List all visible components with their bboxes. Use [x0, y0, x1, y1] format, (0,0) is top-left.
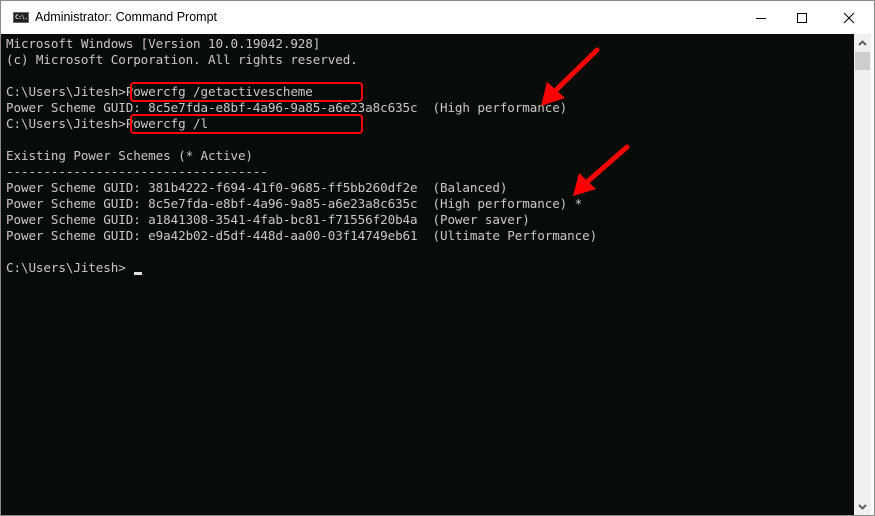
scrollbar-thumb[interactable]: [855, 52, 870, 70]
chevron-up-icon: [858, 39, 867, 46]
scroll-down-button[interactable]: [854, 498, 871, 515]
highlight-box-list: [130, 114, 363, 134]
annotation-arrow: [541, 47, 600, 106]
text-cursor: [134, 272, 142, 275]
console-line: Power Scheme GUID: a1841308-3541-4fab-bc…: [6, 212, 530, 227]
console-line: Power Scheme GUID: e9a42b02-d5df-448d-aa…: [6, 228, 598, 243]
console-output[interactable]: Microsoft Windows [Version 10.0.19042.92…: [1, 34, 854, 515]
maximize-icon: [797, 12, 807, 23]
command-prompt-window: C:\. Administrator: Command Prompt Micro…: [0, 0, 875, 516]
close-icon: [843, 12, 855, 23]
title-bar[interactable]: C:\. Administrator: Command Prompt: [1, 1, 874, 34]
maximize-button[interactable]: [779, 1, 825, 34]
console-line: -----------------------------------: [6, 164, 268, 179]
cmd-icon-text: C:\.: [15, 14, 28, 21]
minimize-icon: [756, 17, 766, 19]
annotation-arrow: [573, 144, 630, 196]
close-button[interactable]: [826, 1, 872, 34]
console-line: Power Scheme GUID: 8c5e7fda-e8bf-4a96-9a…: [6, 196, 583, 211]
chevron-down-icon: [858, 503, 867, 510]
console-line: Microsoft Windows [Version 10.0.19042.92…: [6, 36, 321, 51]
console-line: (c) Microsoft Corporation. All rights re…: [6, 52, 358, 67]
vertical-scrollbar[interactable]: [854, 34, 871, 515]
console-line: Power Scheme GUID: 381b4222-f694-41f0-96…: [6, 180, 508, 195]
highlight-box-getactivescheme: [130, 82, 363, 102]
minimize-button[interactable]: [738, 1, 784, 34]
window-title: Administrator: Command Prompt: [35, 10, 218, 24]
scroll-up-button[interactable]: [854, 34, 871, 51]
console-prompt: C:\Users\Jitesh>: [6, 260, 126, 275]
console-line: Existing Power Schemes (* Active): [6, 148, 253, 163]
cmd-icon: C:\.: [13, 12, 29, 23]
